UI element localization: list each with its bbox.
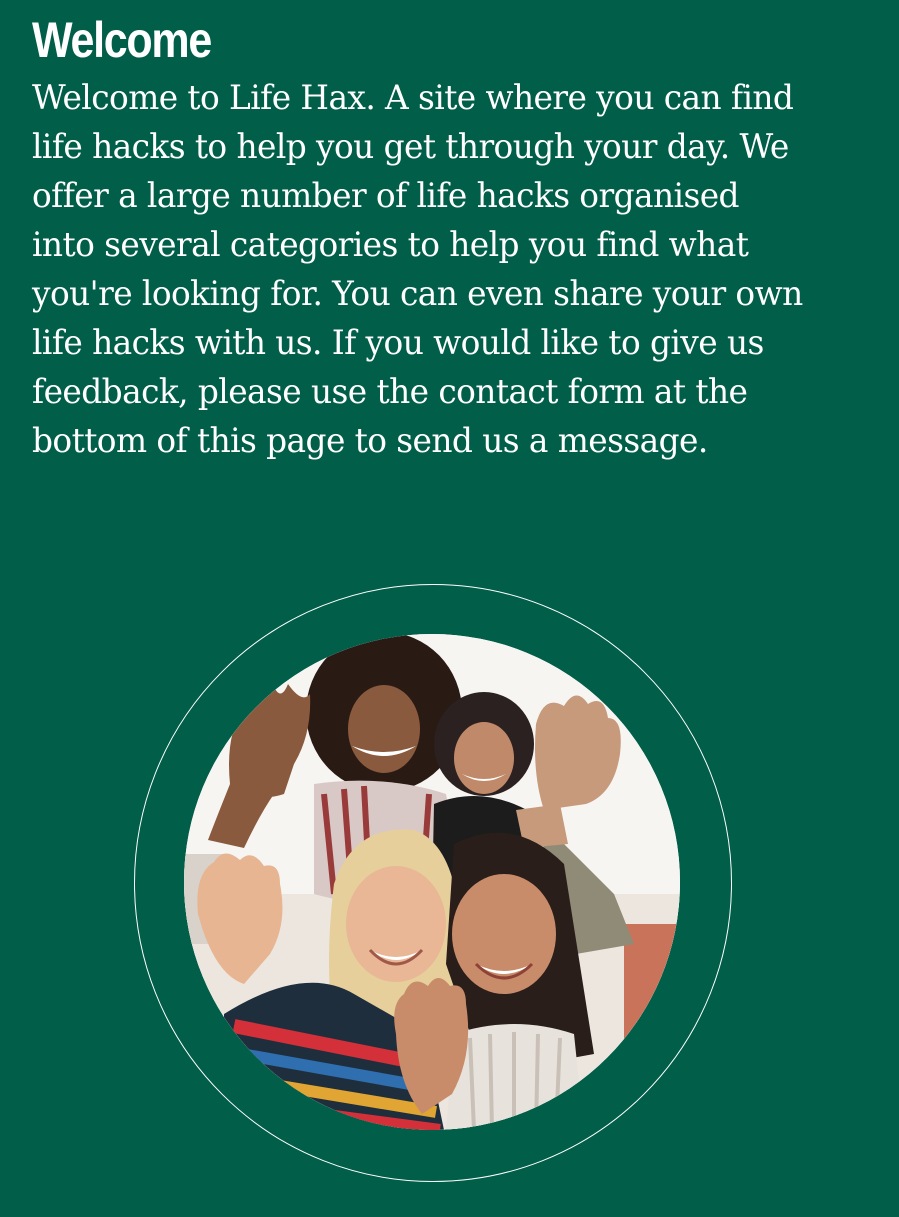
welcome-photo-illustration — [184, 634, 680, 1130]
welcome-photo — [184, 634, 680, 1130]
welcome-section: Welcome Welcome to Life Hax. A site wher… — [32, 0, 862, 466]
welcome-text: Welcome to Life Hax. A site where you ca… — [32, 78, 803, 461]
welcome-heading: Welcome — [32, 12, 212, 68]
